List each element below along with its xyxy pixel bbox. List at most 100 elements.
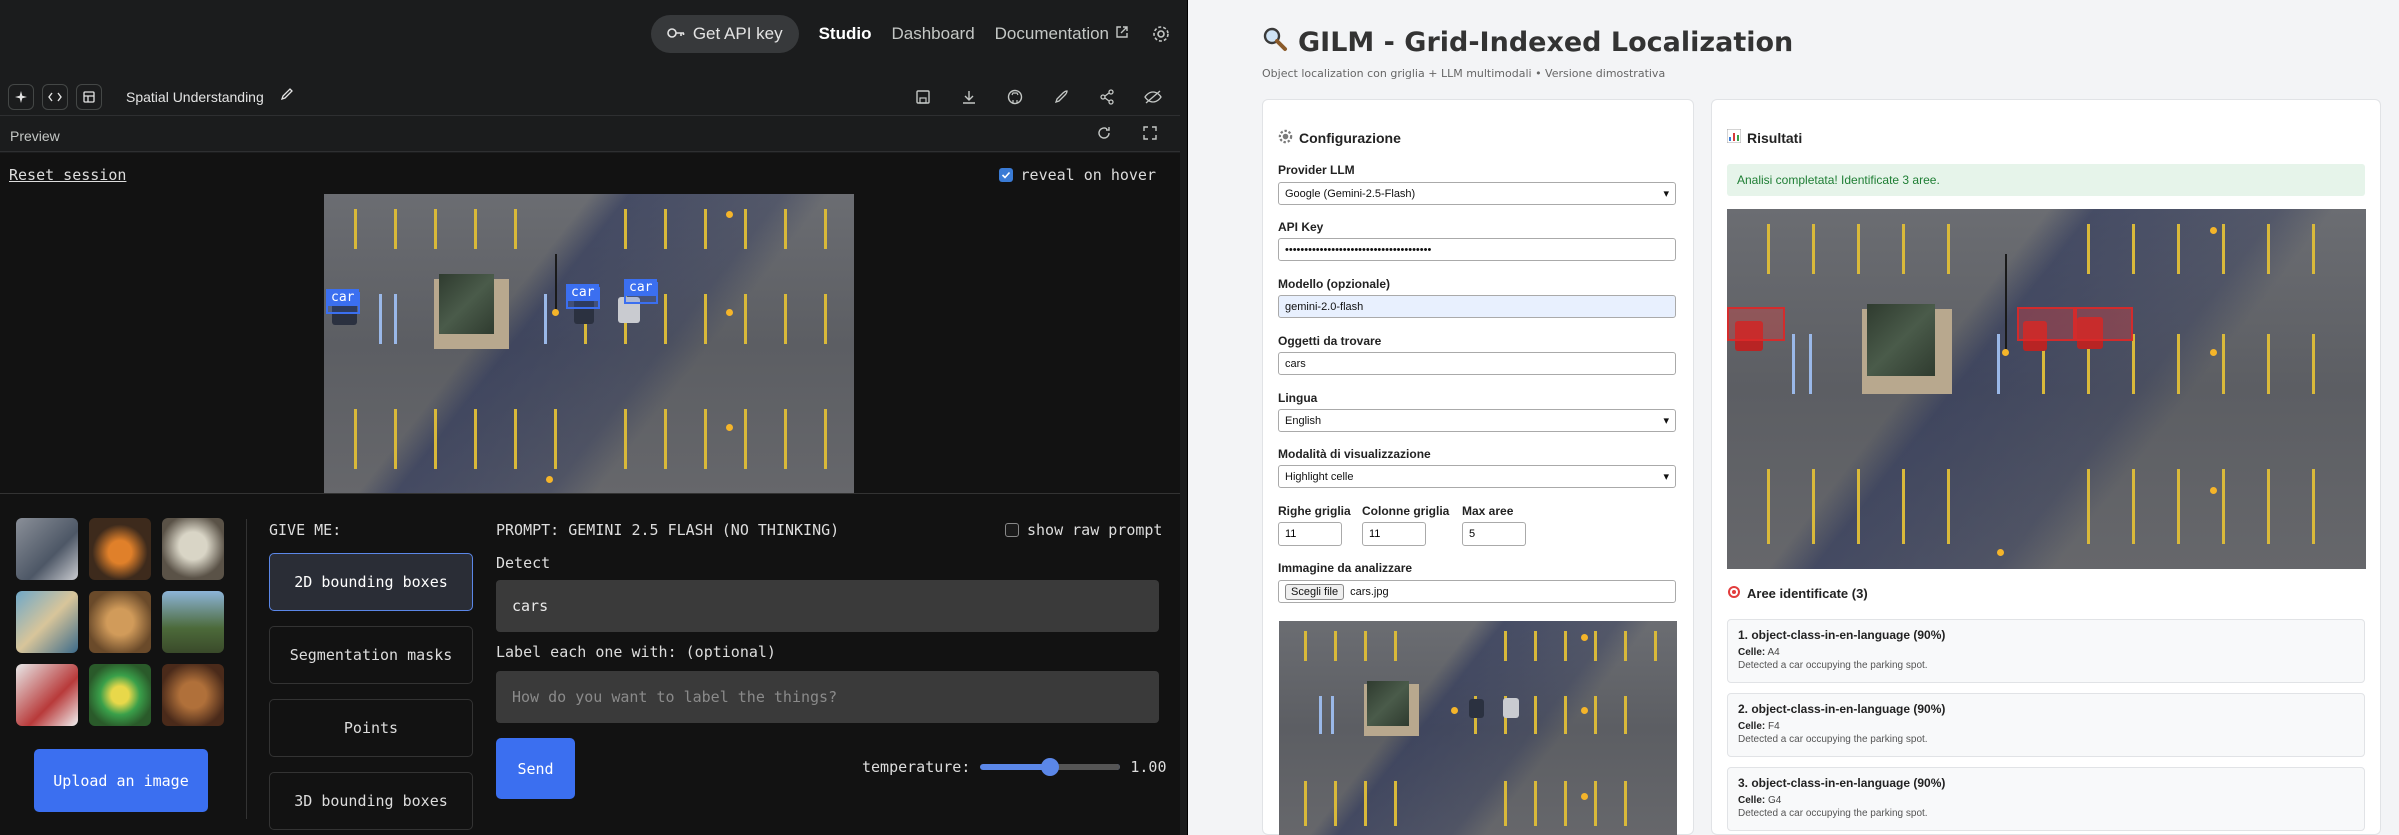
sample-thumbnail[interactable] <box>16 591 78 653</box>
mode-3d-bounding-boxes[interactable]: 3D bounding boxes <box>269 772 473 830</box>
provider-select[interactable]: Google (Gemini-2.5-Flash) ▾ <box>1278 182 1676 205</box>
language-value: English <box>1285 414 1322 427</box>
page-subtitle: Object localization con griglia + LLM mu… <box>1262 67 1666 80</box>
mode-2d-bounding-boxes[interactable]: 2D bounding boxes <box>269 553 473 611</box>
refresh-icon[interactable] <box>1096 125 1112 146</box>
max-areas-label: Max aree <box>1462 504 1514 518</box>
spatial-app-frame: Reset session reveal on hover car car ca… <box>0 153 1180 835</box>
label-field-label: Label each one with: (optional) <box>496 643 776 661</box>
temperature-slider[interactable] <box>980 758 1121 776</box>
highlighted-cell-g4 <box>2075 307 2133 341</box>
chart-icon <box>1726 128 1742 146</box>
file-input[interactable]: Scegli file cars.jpg <box>1278 580 1676 603</box>
save-icon[interactable] <box>912 86 934 108</box>
nav-dashboard[interactable]: Dashboard <box>891 24 974 44</box>
gear-icon[interactable] <box>1149 22 1173 46</box>
code-icon[interactable] <box>42 83 68 110</box>
sample-thumbnail[interactable] <box>162 518 224 580</box>
gear-icon <box>1278 129 1293 147</box>
page-title: GILM - Grid-Indexed Localization <box>1262 26 1793 59</box>
nav-documentation[interactable]: Documentation <box>995 24 1129 44</box>
detection-label: car <box>624 279 658 296</box>
send-button[interactable]: Send <box>496 738 575 799</box>
studio-toolbar: Spatial Understanding <box>0 78 1180 116</box>
language-label: Lingua <box>1278 391 1318 405</box>
hide-icon[interactable] <box>1142 86 1164 108</box>
label-input[interactable]: How do you want to label the things? <box>496 671 1159 723</box>
checkbox-checked[interactable] <box>998 168 1013 182</box>
app-title: Spatial Understanding <box>126 88 264 105</box>
sample-thumbnail[interactable] <box>162 664 224 726</box>
sample-thumbnail[interactable] <box>89 518 151 580</box>
sample-thumbnail[interactable] <box>162 591 224 653</box>
area-title: 3. object-class-in-en-language (90%) <box>1738 776 1946 790</box>
pencil-icon[interactable] <box>280 87 294 106</box>
sparkle-icon[interactable] <box>8 83 34 110</box>
magnifier-icon <box>1262 26 1288 59</box>
nav-documentation-label: Documentation <box>994 24 1109 43</box>
page-title-text: GILM - Grid-Indexed Localization <box>1298 27 1794 58</box>
reset-session-link[interactable]: Reset session <box>9 166 126 184</box>
area-cells-value: A4 <box>1767 647 1780 658</box>
area-title: 1. object-class-in-en-language (90%) <box>1738 628 1946 642</box>
mode-segmentation-masks[interactable]: Segmentation masks <box>269 626 473 684</box>
detection-label: car <box>326 289 360 306</box>
results-image <box>1727 209 2366 569</box>
area-item: 1. object-class-in-en-language (90%) Cel… <box>1727 619 2365 683</box>
detect-input[interactable]: cars <box>496 580 1159 632</box>
key-icon <box>667 24 685 44</box>
show-raw-prompt-toggle[interactable]: show raw prompt <box>1005 521 1162 539</box>
objects-input[interactable]: cars <box>1278 352 1676 375</box>
sample-thumbnail[interactable] <box>89 591 151 653</box>
sample-thumbnail[interactable] <box>89 664 151 726</box>
language-select[interactable]: English ▾ <box>1278 409 1676 432</box>
download-icon[interactable] <box>958 86 980 108</box>
area-item: 3. object-class-in-en-language (90%) Cel… <box>1727 767 2365 831</box>
layout-icon[interactable] <box>76 83 102 110</box>
reveal-on-hover-toggle[interactable]: reveal on hover <box>998 166 1156 184</box>
sample-thumbnail[interactable] <box>16 664 78 726</box>
areas-title-text: Aree identificate (3) <box>1747 586 1868 601</box>
rows-input[interactable]: 11 <box>1278 522 1342 546</box>
github-icon[interactable] <box>1004 86 1026 108</box>
area-cells: Celle: A4 <box>1738 647 2354 658</box>
area-description: Detected a car occupying the parking spo… <box>1738 660 1928 671</box>
mode-points[interactable]: Points <box>269 699 473 757</box>
highlighted-cell-f4 <box>2017 307 2075 341</box>
model-label: Modello (opzionale) <box>1278 277 1390 291</box>
share-icon[interactable] <box>1096 86 1118 108</box>
mode-value: Highlight celle <box>1285 470 1354 483</box>
rocket-icon[interactable] <box>1050 86 1072 108</box>
file-name: cars.jpg <box>1350 585 1389 598</box>
get-api-key-button[interactable]: Get API key <box>650 15 799 53</box>
nav-studio[interactable]: Studio <box>819 24 872 44</box>
uploaded-image-preview <box>1279 621 1677 835</box>
get-api-key-label: Get API key <box>692 24 783 43</box>
studio-topbar: Get API key Studio Dashboard Documentati… <box>0 0 1187 68</box>
external-link-icon <box>1115 24 1129 44</box>
chevron-down-icon: ▾ <box>1663 415 1669 427</box>
prompt-header: PROMPT: GEMINI 2.5 FLASH (NO THINKING) <box>496 521 840 539</box>
config-title-text: Configurazione <box>1299 130 1401 146</box>
rows-label: Righe griglia <box>1278 504 1351 518</box>
area-cells-label: Celle: <box>1738 647 1766 658</box>
area-cells: Celle: F4 <box>1738 721 2354 732</box>
choose-file-button[interactable]: Scegli file <box>1285 583 1345 600</box>
preview-bar: Preview <box>0 120 1180 152</box>
max-areas-input[interactable]: 5 <box>1462 522 1526 546</box>
checkbox-unchecked[interactable] <box>1005 523 1019 537</box>
cols-label: Colonne griglia <box>1362 504 1450 518</box>
divider <box>246 519 247 819</box>
sample-thumbnail[interactable] <box>16 518 78 580</box>
give-me-label: GIVE ME: <box>269 521 342 539</box>
upload-image-button[interactable]: Upload an image <box>34 749 208 812</box>
api-key-label: API Key <box>1278 220 1324 234</box>
area-cells-label: Celle: <box>1738 721 1766 732</box>
chevron-down-icon: ▾ <box>1663 188 1669 200</box>
cols-input[interactable]: 11 <box>1362 522 1426 546</box>
mode-select[interactable]: Highlight celle ▾ <box>1278 465 1676 488</box>
api-key-input[interactable]: •••••••••••••••••••••••••••••••••••••• <box>1278 238 1676 261</box>
model-input[interactable]: gemini-2.0-flash <box>1278 295 1676 318</box>
fullscreen-icon[interactable] <box>1142 125 1158 146</box>
areas-title: Aree identificate (3) <box>1727 585 1868 602</box>
